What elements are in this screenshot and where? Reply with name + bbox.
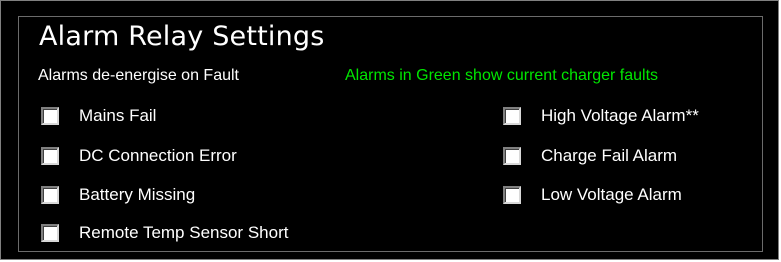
fault-legend-note: Alarms in Green show current charger fau… [345, 67, 659, 84]
alarm-row-low-voltage[interactable]: Low Voltage Alarm [503, 182, 682, 208]
alarm-row-high-voltage[interactable]: High Voltage Alarm** [503, 103, 699, 129]
battery-missing-label: Battery Missing [79, 185, 196, 204]
mains-fail-label: Mains Fail [79, 106, 157, 125]
low-voltage-alarm-label: Low Voltage Alarm [541, 185, 682, 204]
remote-temp-sensor-short-label: Remote Temp Sensor Short [79, 223, 289, 242]
battery-missing-checkbox[interactable] [41, 186, 59, 204]
alarm-row-dc-connection-error[interactable]: DC Connection Error [41, 143, 237, 169]
dc-connection-error-label: DC Connection Error [79, 146, 237, 165]
alarm-row-mains-fail[interactable]: Mains Fail [41, 103, 156, 129]
high-voltage-alarm-checkbox[interactable] [503, 107, 521, 125]
dc-connection-error-checkbox[interactable] [41, 147, 59, 165]
low-voltage-alarm-checkbox[interactable] [503, 186, 521, 204]
alarm-row-battery-missing[interactable]: Battery Missing [41, 182, 195, 208]
remote-temp-sensor-short-checkbox[interactable] [41, 224, 59, 242]
panel-title: Alarm Relay Settings [39, 21, 325, 52]
mains-fail-checkbox[interactable] [41, 107, 59, 125]
alarm-relay-settings-panel: Alarm Relay Settings Alarms de-energise … [0, 0, 779, 260]
alarm-row-charge-fail[interactable]: Charge Fail Alarm [503, 143, 677, 169]
charge-fail-alarm-checkbox[interactable] [503, 147, 521, 165]
charge-fail-alarm-label: Charge Fail Alarm [541, 146, 678, 165]
alarm-row-remote-temp-sensor-short[interactable]: Remote Temp Sensor Short [41, 220, 288, 246]
fault-behaviour-label: Alarms de-energise on Fault [38, 67, 239, 84]
high-voltage-alarm-label: High Voltage Alarm** [541, 106, 699, 125]
